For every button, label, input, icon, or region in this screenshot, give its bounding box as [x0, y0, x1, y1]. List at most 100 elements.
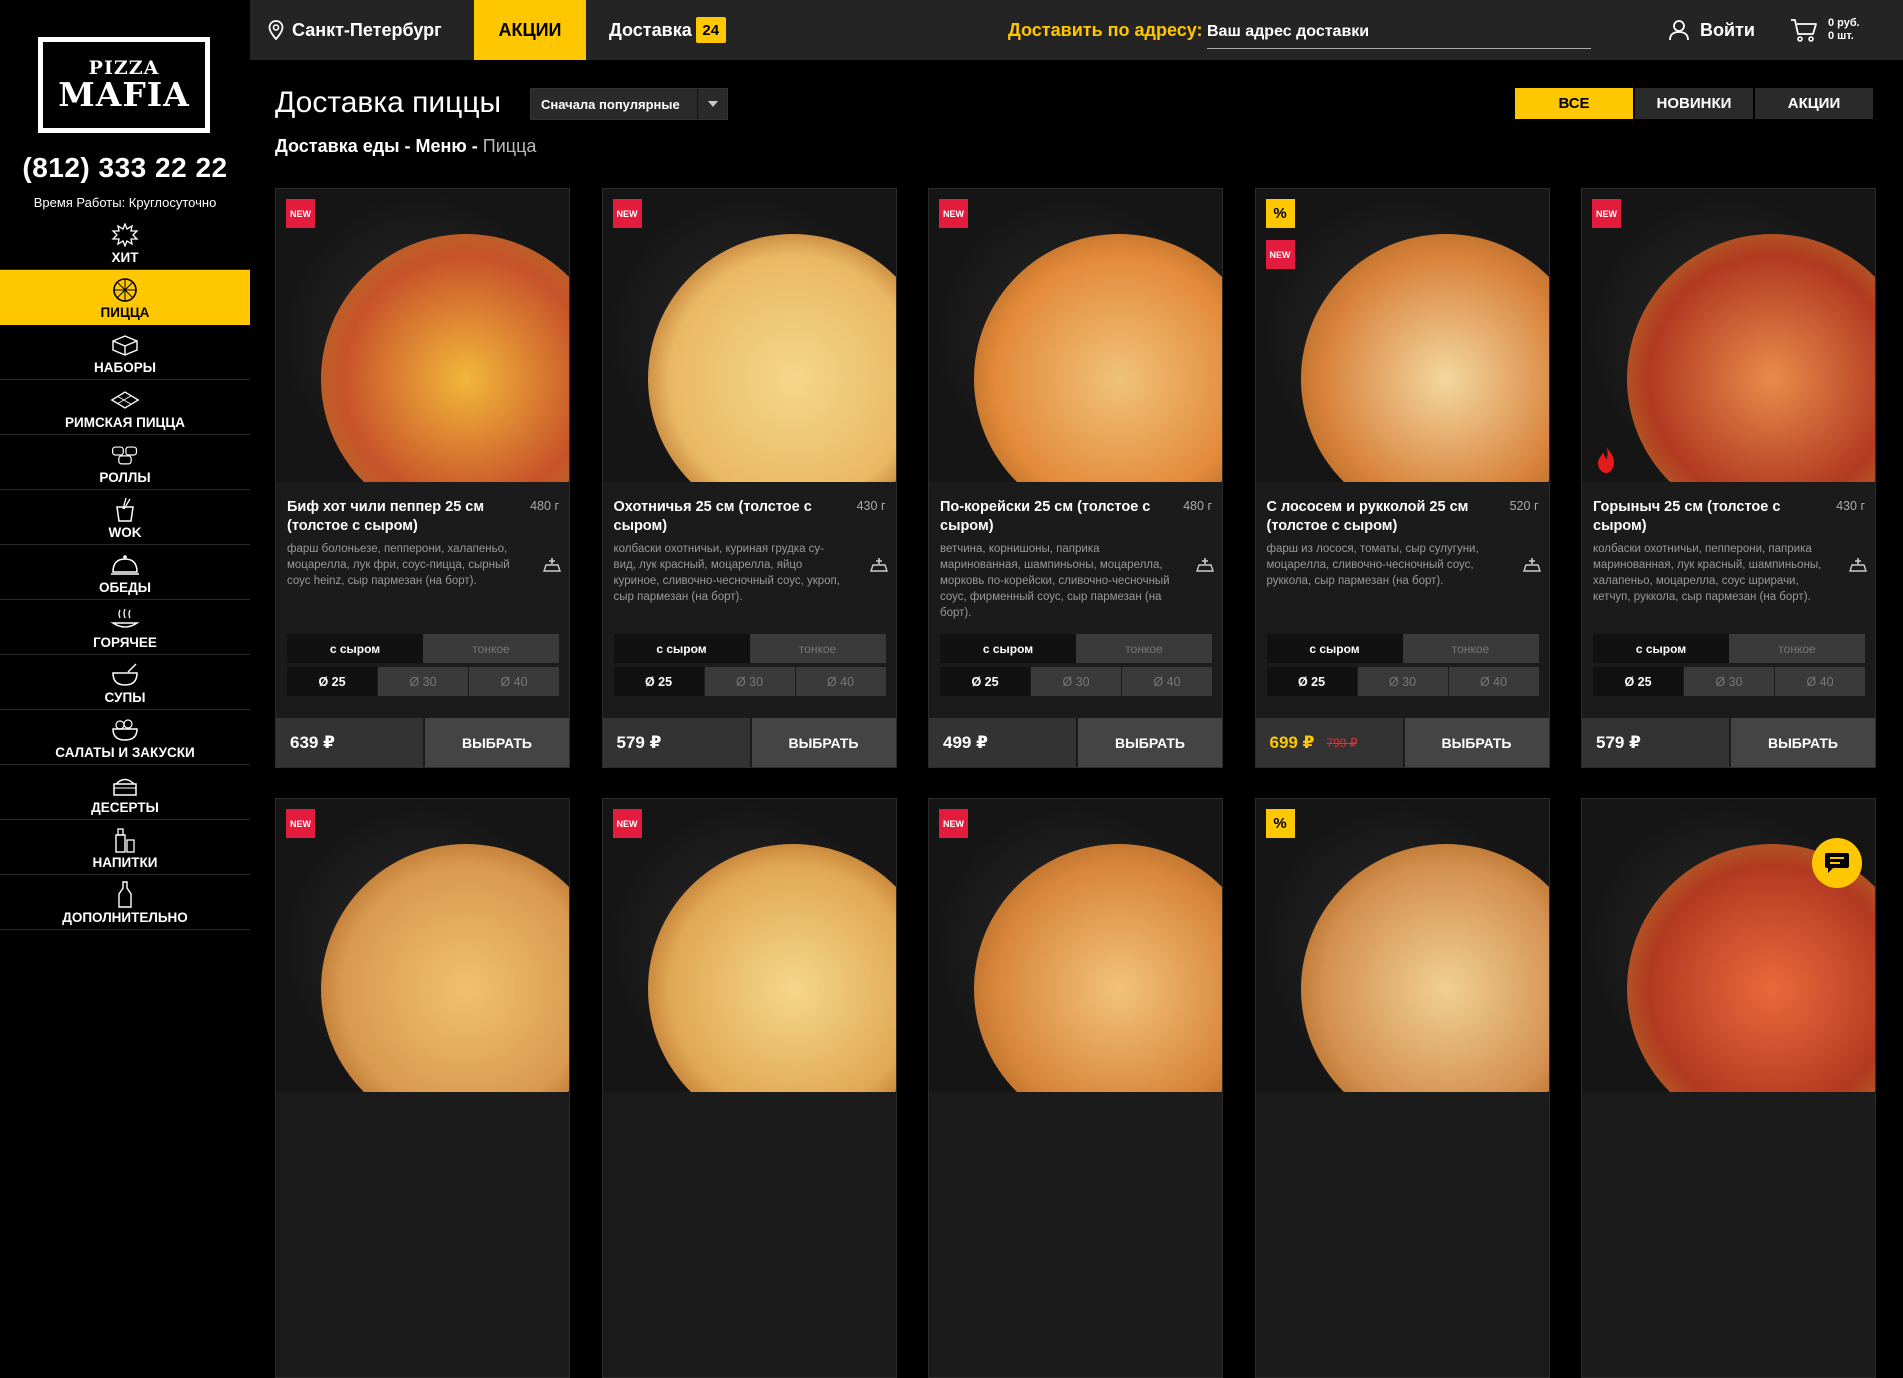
- size-40-option[interactable]: Ø 40: [1775, 667, 1865, 696]
- size-25-option[interactable]: Ø 25: [613, 667, 704, 696]
- product-card[interactable]: NEW Охотничья 25 см (толстое с сыром) 430 …: [601, 188, 897, 768]
- sidebar-item-6[interactable]: ОБЕДЫ: [0, 545, 250, 600]
- product-image[interactable]: NEW: [276, 189, 569, 482]
- dough-thin-option[interactable]: тонкое: [749, 634, 886, 663]
- dough-cheese-option[interactable]: с сыром: [287, 634, 423, 663]
- customize-icon[interactable]: [1848, 555, 1868, 573]
- product-price: 579 ₽: [1596, 732, 1641, 752]
- sidebar-item-5[interactable]: WOK: [0, 490, 250, 545]
- sidebar-item-label: РОЛЛЫ: [99, 470, 151, 485]
- customize-icon[interactable]: [1522, 555, 1542, 573]
- product-image[interactable]: NEW: [276, 799, 569, 1092]
- product-image[interactable]: NEW: [1582, 189, 1875, 482]
- new-badge: NEW: [939, 809, 968, 838]
- filter-all[interactable]: ВСЕ: [1515, 88, 1633, 119]
- page-title: Доставка пиццы: [275, 86, 502, 119]
- product-card[interactable]: %: [1254, 798, 1550, 1378]
- pizza-photo: [1300, 234, 1549, 482]
- select-button[interactable]: ВЫБРАТЬ: [425, 718, 569, 767]
- size-40-option[interactable]: Ø 40: [469, 667, 559, 696]
- size-25-option[interactable]: Ø 25: [940, 667, 1030, 696]
- sidebar-item-0[interactable]: ХИТ: [0, 215, 250, 270]
- sauce-bottle-icon: [110, 881, 140, 908]
- dough-thin-option[interactable]: тонкое: [1729, 634, 1865, 663]
- sidebar-item-2[interactable]: НАБОРЫ: [0, 325, 250, 380]
- product-name[interactable]: Биф хот чили пеппер 25 см (толстое с сыр…: [287, 498, 502, 536]
- product-card[interactable]: NEW: [601, 798, 897, 1378]
- customize-icon[interactable]: [1195, 555, 1215, 573]
- size-25-option[interactable]: Ø 25: [1266, 667, 1357, 696]
- product-card[interactable]: NEW По-корейски 25 см (толстое с сыром) 48…: [928, 188, 1223, 768]
- sort-value: Сначала популярные: [541, 96, 680, 112]
- product-image[interactable]: %: [1255, 799, 1549, 1092]
- sidebar-item-4[interactable]: РОЛЛЫ: [0, 435, 250, 490]
- select-button[interactable]: ВЫБРАТЬ: [1404, 718, 1549, 767]
- promo-tab[interactable]: АКЦИИ: [474, 0, 586, 60]
- size-25-option[interactable]: Ø 25: [1593, 667, 1683, 696]
- sidebar-item-3[interactable]: РИМСКАЯ ПИЦЦА: [0, 380, 250, 435]
- size-40-option[interactable]: Ø 40: [1122, 667, 1212, 696]
- filter-promo[interactable]: АКЦИИ: [1755, 88, 1873, 119]
- size-40-option[interactable]: Ø 40: [795, 667, 886, 696]
- product-image[interactable]: NEW: [929, 799, 1222, 1092]
- login-button[interactable]: Войти: [1668, 0, 1755, 60]
- size-30-option[interactable]: Ø 30: [378, 667, 468, 696]
- select-button[interactable]: ВЫБРАТЬ: [1078, 718, 1222, 767]
- phone-number[interactable]: (812) 333 22 22: [0, 152, 250, 184]
- sidebar-item-7[interactable]: ГОРЯЧЕЕ: [0, 600, 250, 655]
- sort-dropdown[interactable]: Сначала популярные: [530, 88, 728, 120]
- select-button[interactable]: ВЫБРАТЬ: [1731, 718, 1875, 767]
- sidebar-item-12[interactable]: ДОПОЛНИТЕЛЬНО: [0, 875, 250, 930]
- breadcrumb-menu[interactable]: Меню: [416, 136, 467, 156]
- sidebar-item-label: НАПИТКИ: [92, 855, 158, 870]
- price-row: 579 ₽ ВЫБРАТЬ: [1582, 718, 1875, 767]
- product-card[interactable]: NEW Горыныч 25 см (толстое с сыром) 430 г к…: [1581, 188, 1876, 768]
- product-weight: 520 г: [1509, 499, 1539, 513]
- product-card[interactable]: NEW: [928, 798, 1223, 1378]
- customize-icon[interactable]: [542, 555, 562, 573]
- breadcrumb-food[interactable]: Доставка еды: [275, 136, 400, 156]
- product-name[interactable]: По-корейски 25 см (толстое с сыром): [940, 498, 1155, 536]
- sidebar-item-8[interactable]: СУПЫ: [0, 655, 250, 710]
- product-card[interactable]: NEW Биф хот чили пеппер 25 см (толстое с …: [275, 188, 570, 768]
- delivery-link[interactable]: Доставка 24: [609, 0, 726, 60]
- address-input[interactable]: [1207, 15, 1591, 49]
- product-name[interactable]: С лососем и рукколой 25 см (толстое с сы…: [1267, 498, 1482, 536]
- dough-thin-option[interactable]: тонкое: [1402, 634, 1539, 663]
- product-weight: 480 г: [1183, 499, 1212, 513]
- cart-button[interactable]: 0 руб. 0 шт.: [1790, 0, 1860, 60]
- product-image[interactable]: NEW: [602, 189, 896, 482]
- customize-icon[interactable]: [869, 555, 889, 573]
- select-button[interactable]: ВЫБРАТЬ: [751, 718, 896, 767]
- sidebar-item-9[interactable]: САЛАТЫ И ЗАКУСКИ: [0, 710, 250, 765]
- product-image[interactable]: % NEW: [1255, 189, 1549, 482]
- logo[interactable]: PIZZA MAFIA: [38, 37, 210, 133]
- city-selector[interactable]: Санкт-Петербург: [268, 0, 442, 60]
- size-40-option[interactable]: Ø 40: [1448, 667, 1539, 696]
- dough-thin-option[interactable]: тонкое: [1076, 634, 1212, 663]
- dough-cheese-option[interactable]: с сыром: [613, 634, 750, 663]
- sidebar-item-1[interactable]: ПИЦЦА: [0, 270, 250, 325]
- price-box: 699 ₽ 799 ₽: [1255, 718, 1403, 767]
- size-30-option[interactable]: Ø 30: [1684, 667, 1774, 696]
- pizza-photo: [647, 234, 896, 482]
- dough-thin-option[interactable]: тонкое: [423, 634, 559, 663]
- chat-button[interactable]: [1812, 838, 1862, 888]
- sidebar-item-11[interactable]: НАПИТКИ: [0, 820, 250, 875]
- size-25-option[interactable]: Ø 25: [287, 667, 377, 696]
- dough-cheese-option[interactable]: с сыром: [1266, 634, 1403, 663]
- product-image[interactable]: NEW: [929, 189, 1222, 482]
- size-30-option[interactable]: Ø 30: [704, 667, 795, 696]
- product-name[interactable]: Охотничья 25 см (толстое с сыром): [614, 498, 829, 536]
- filter-new[interactable]: НОВИНКИ: [1635, 88, 1753, 119]
- size-30-option[interactable]: Ø 30: [1357, 667, 1448, 696]
- size-30-option[interactable]: Ø 30: [1031, 667, 1121, 696]
- sidebar-item-10[interactable]: ДЕСЕРТЫ: [0, 765, 250, 820]
- product-name[interactable]: Горыныч 25 см (толстое с сыром): [1593, 498, 1808, 536]
- size-selector: Ø 25 Ø 30 Ø 40: [1266, 667, 1539, 696]
- product-image[interactable]: NEW: [602, 799, 896, 1092]
- product-card[interactable]: NEW: [275, 798, 570, 1378]
- dough-cheese-option[interactable]: с сыром: [1593, 634, 1729, 663]
- product-card[interactable]: % NEW С лососем и рукколой 25 см (толстое …: [1254, 188, 1550, 768]
- dough-cheese-option[interactable]: с сыром: [940, 634, 1076, 663]
